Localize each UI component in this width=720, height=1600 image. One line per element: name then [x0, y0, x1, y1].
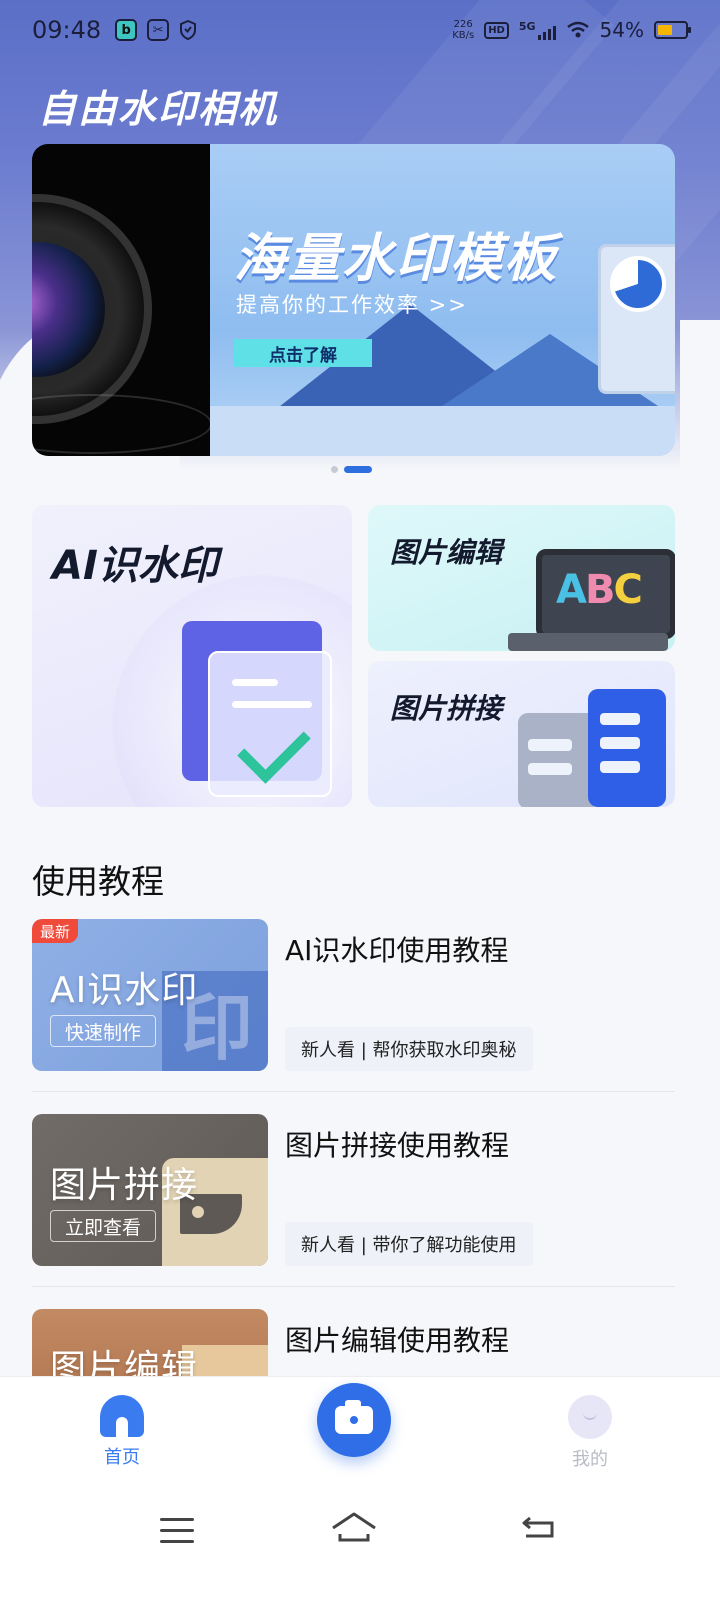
divider [32, 1286, 675, 1287]
tutorial-thumbnail: 印 AI识水印 快速制作 最新 [32, 919, 268, 1071]
banner-slide-templates[interactable]: 海量水印模板 提高你的工作效率 >> 点击了解 [210, 144, 675, 456]
tutorial-description: 新人看 | 带你了解功能使用 [285, 1222, 533, 1266]
nav-home[interactable]: 首页 [92, 1395, 152, 1469]
camera-button[interactable] [317, 1383, 391, 1457]
app-notification-icon: b [115, 19, 138, 41]
tutorial-thumbnail: 图片编辑 [32, 1309, 268, 1376]
thumbnail-title: AI识水印 [50, 970, 199, 1011]
banner-illustration [210, 406, 675, 456]
status-time: 09:48 [32, 16, 102, 44]
banner-subtitle: 提高你的工作效率 >> [236, 293, 468, 317]
status-right: 226 KB/s HD 5G 54% [452, 18, 691, 42]
system-navigation-bar [0, 1500, 720, 1560]
abc-art: ABC [556, 567, 643, 613]
banner-cta-button[interactable]: 点击了解 [234, 339, 372, 367]
new-badge: 最新 [32, 919, 79, 943]
thumbnail-title: 图片编辑 [50, 1348, 199, 1376]
network-speed: 226 KB/s [452, 19, 474, 41]
signal-icon: 5G [519, 20, 556, 40]
home-icon [100, 1395, 144, 1437]
speed-unit: KB/s [452, 30, 475, 41]
wifi-icon [566, 21, 589, 38]
thumbnail-button: 快速制作 [50, 1015, 157, 1047]
background-curve [680, 320, 720, 470]
profile-icon [568, 1395, 612, 1439]
battery-percent: 54% [599, 18, 644, 42]
tutorial-description: 新人看 | 帮你获取水印奥秘 [285, 1027, 533, 1071]
banner-pagination [331, 466, 372, 473]
shield-icon [180, 20, 197, 40]
laptop-icon: ABC [536, 549, 675, 639]
feature-image-stitch[interactable]: 图片拼接 [368, 661, 675, 807]
hd-icon: HD [484, 21, 509, 39]
status-bar: 09:48 b ✂ 226 KB/s HD 5G 54% [0, 0, 720, 60]
thumbnail-title: 图片拼接 [50, 1165, 199, 1206]
divider [32, 1091, 675, 1092]
camera-lens-image [32, 194, 152, 424]
pie-chart-illustration [610, 256, 666, 312]
tutorial-title: AI识水印使用教程 [285, 934, 509, 967]
nav-home-label: 首页 [104, 1447, 140, 1468]
tile-icon [518, 713, 598, 807]
tutorial-item-edit[interactable]: 图片编辑 图片编辑使用教程 [32, 1309, 675, 1376]
tutorials-section-title: 使用教程 [32, 862, 164, 901]
nav-mine-label: 我的 [572, 1449, 608, 1470]
network-type: 5G [518, 20, 536, 33]
keyboard-icon [508, 633, 668, 651]
back-icon[interactable] [520, 1514, 556, 1540]
tutorial-title: 图片编辑使用教程 [285, 1324, 510, 1357]
banner-headline: 海量水印模板 [234, 229, 559, 289]
bottom-navigation: 首页 我的 [0, 1376, 720, 1600]
lens-reflection [32, 394, 210, 454]
app-notification-icon: ✂ [147, 19, 170, 41]
tutorial-item-stitch[interactable]: 图片拼接 立即查看 图片拼接使用教程 新人看 | 带你了解功能使用 [32, 1114, 675, 1266]
system-home-icon[interactable] [330, 1510, 378, 1544]
banner-slide-camera[interactable] [32, 144, 210, 456]
camera-icon [335, 1400, 373, 1434]
thumbnail-button: 立即查看 [50, 1210, 157, 1242]
feature-stitch-title: 图片拼接 [390, 692, 503, 725]
tile-icon [588, 689, 666, 807]
pagination-dot-active[interactable] [344, 466, 372, 473]
app-title: 自由水印相机 [38, 87, 279, 131]
tutorial-thumbnail: 图片拼接 立即查看 [32, 1114, 268, 1266]
tutorial-title: 图片拼接使用教程 [285, 1129, 510, 1162]
menu-icon[interactable] [160, 1518, 194, 1551]
feature-edit-title: 图片编辑 [390, 536, 503, 569]
feature-ai-title: AI识水印 [52, 543, 218, 589]
nav-mine[interactable]: 我的 [560, 1395, 620, 1471]
feature-ai-watermark[interactable]: AI识水印 [32, 505, 352, 807]
document-check-icon [208, 651, 332, 797]
tutorial-item-ai[interactable]: 印 AI识水印 快速制作 最新 AI识水印使用教程 新人看 | 帮你获取水印奥秘 [32, 919, 675, 1071]
pagination-dot[interactable] [331, 466, 338, 473]
speed-value: 226 [453, 19, 473, 30]
feature-image-edit[interactable]: 图片编辑 ABC [368, 505, 675, 651]
battery-icon [654, 21, 691, 39]
